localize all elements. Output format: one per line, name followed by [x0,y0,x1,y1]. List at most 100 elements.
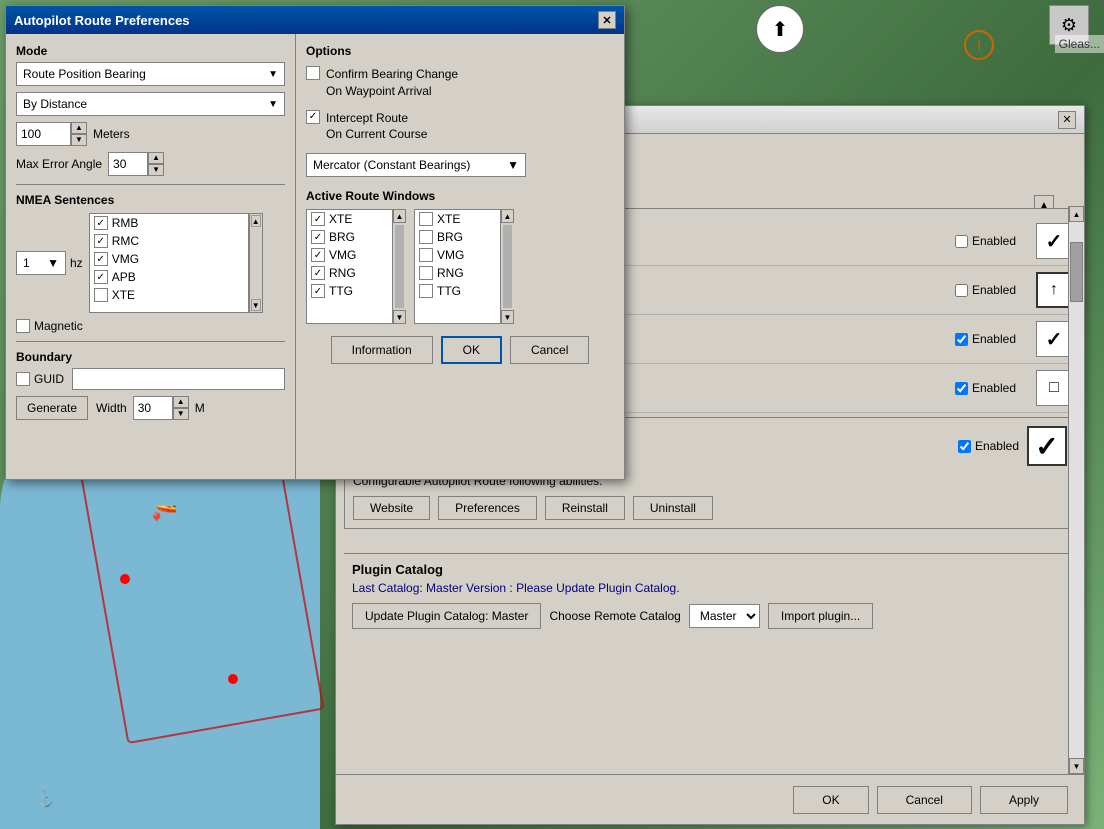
left-ttg-checkbox[interactable] [311,284,325,298]
left-window-wrapper: XTE BRG VMG RNG [306,209,406,324]
sentences-scroll-up[interactable]: ▲ [251,215,261,227]
import-plugin-button[interactable]: Import plugin... [768,603,873,629]
sub-mode-dropdown[interactable]: By Distance ▼ [16,92,285,116]
sentences-container: RMB RMC VMG APB [89,213,263,313]
hz-value: 1 [23,256,30,270]
right-scroll-down[interactable]: ▼ [501,310,514,324]
sentence-xte: XTE [90,286,248,304]
tabs-scroll-up[interactable]: ▲ [1034,195,1054,209]
autopilot-big-checkbox[interactable] [1027,426,1067,466]
guid-label: GUID [34,372,64,386]
right-brg: BRG [415,228,513,246]
pm-ok-button[interactable]: OK [793,786,868,814]
option1-text: Confirm Bearing Change On Waypoint Arriv… [326,66,458,100]
left-brg-checkbox[interactable] [311,230,325,244]
left-vmg-checkbox[interactable] [311,248,325,262]
pin-icon: 📍 [148,512,165,529]
pm-cancel-button[interactable]: Cancel [877,786,972,814]
autopilot-action-buttons: Website Preferences Reinstall Uninstall [353,496,1067,520]
sentences-scroll-down[interactable]: ▼ [251,299,261,311]
apb-checkbox[interactable] [94,270,108,284]
right-brg-checkbox[interactable] [419,230,433,244]
magnetic-checkbox[interactable] [16,319,30,333]
catalog-select[interactable]: Master [689,604,760,628]
width-down-button[interactable]: ▼ [173,408,189,420]
rmc-label: RMC [112,234,139,248]
update-catalog-button[interactable]: Update Plugin Catalog: Master [352,603,541,629]
option1-checkbox[interactable] [306,66,320,80]
distance-down-button[interactable]: ▼ [71,134,87,146]
right-vmg-checkbox[interactable] [419,248,433,262]
left-xte-checkbox[interactable] [311,212,325,226]
option2-line1: Intercept Route [326,111,408,125]
ap-prefs-dialog: Autopilot Route Preferences ✕ Mode Route… [5,5,625,480]
divider-1 [16,184,285,185]
hz-dropdown[interactable]: 1 ▼ [16,251,66,275]
projection-arrow: ▼ [507,158,519,172]
sub-mode-dropdown-arrow: ▼ [268,99,278,110]
width-up-button[interactable]: ▲ [173,396,189,408]
plugin-cpn-enabled-label: Enabled [972,332,1016,346]
left-scroll-up[interactable]: ▲ [393,209,406,223]
plugin-raster-enabled-checkbox[interactable] [955,235,968,248]
autopilot-enabled-checkbox[interactable] [958,440,971,453]
pm-scroll-down[interactable]: ▼ [1069,758,1084,774]
website-button[interactable]: Website [353,496,430,520]
left-rng-checkbox[interactable] [311,266,325,280]
generate-button[interactable]: Generate [16,396,88,420]
xte-checkbox[interactable] [94,288,108,302]
width-input[interactable] [133,396,173,420]
max-error-up-button[interactable]: ▲ [148,152,164,164]
right-ttg-checkbox[interactable] [419,284,433,298]
plugin-cpn-enabled-checkbox[interactable] [955,333,968,346]
ap-prefs-close-button[interactable]: ✕ [598,11,616,29]
reinstall-button[interactable]: Reinstall [545,496,625,520]
plugin-vector-enabled-checkbox[interactable] [955,284,968,297]
plugin-empty-enabled-checkbox[interactable] [955,382,968,395]
rmc-checkbox[interactable] [94,234,108,248]
pm-scroll-up[interactable]: ▲ [1069,206,1084,222]
left-scroll-down[interactable]: ▼ [393,310,406,324]
nmea-label: NMEA Sentences [16,193,285,207]
left-window-scrollbar[interactable]: ▲ ▼ [392,209,406,324]
plugin-manager-scrollbar[interactable]: ▲ ▼ [1068,206,1084,774]
hz-dropdown-arrow: ▼ [47,256,59,270]
autopilot-enabled-label: Enabled [975,439,1019,453]
projection-value: Mercator (Constant Bearings) [313,158,470,172]
mode-dropdown[interactable]: Route Position Bearing ▼ [16,62,285,86]
right-xte-checkbox[interactable] [419,212,433,226]
projection-dropdown[interactable]: Mercator (Constant Bearings) ▼ [306,153,526,177]
max-error-down-button[interactable]: ▼ [148,164,164,176]
rmb-checkbox[interactable] [94,216,108,230]
nmea-row: 1 ▼ hz RMB RMC [16,213,285,313]
ok-button[interactable]: OK [441,336,502,364]
guid-input[interactable] [72,368,285,390]
plugin-manager-close[interactable]: ✕ [1058,111,1076,129]
option2-checkbox[interactable] [306,110,320,124]
right-window-scrollbar[interactable]: ▲ ▼ [500,209,514,324]
right-scroll-up[interactable]: ▲ [501,209,514,223]
boundary-section: Boundary GUID Generate Width [16,350,285,420]
pm-scroll-thumb[interactable] [1070,242,1083,302]
plugin-cpn-icon: ✓ [1036,321,1072,357]
preferences-button[interactable]: Preferences [438,496,537,520]
max-error-spinbox: ▲ ▼ [108,152,164,176]
cancel-button[interactable]: Cancel [510,336,589,364]
guid-row: GUID [16,368,285,390]
vmg-checkbox[interactable] [94,252,108,266]
distance-up-button[interactable]: ▲ [71,122,87,134]
options-label: Options [306,44,614,58]
plugin-cpn-enabled: Enabled [955,332,1016,346]
uninstall-button[interactable]: Uninstall [633,496,713,520]
pm-apply-button[interactable]: Apply [980,786,1068,814]
distance-input[interactable] [16,122,71,146]
width-spinbox-buttons: ▲ ▼ [173,396,189,420]
right-rng-checkbox[interactable] [419,266,433,280]
plugin-empty-icon: □ [1036,370,1072,406]
plugin-empty-enabled: Enabled [955,381,1016,395]
distance-spinbox: ▲ ▼ [16,122,87,146]
guid-checkbox[interactable] [16,372,30,386]
right-xte: XTE [415,210,513,228]
information-button[interactable]: Information [331,336,433,364]
max-error-input[interactable] [108,152,148,176]
